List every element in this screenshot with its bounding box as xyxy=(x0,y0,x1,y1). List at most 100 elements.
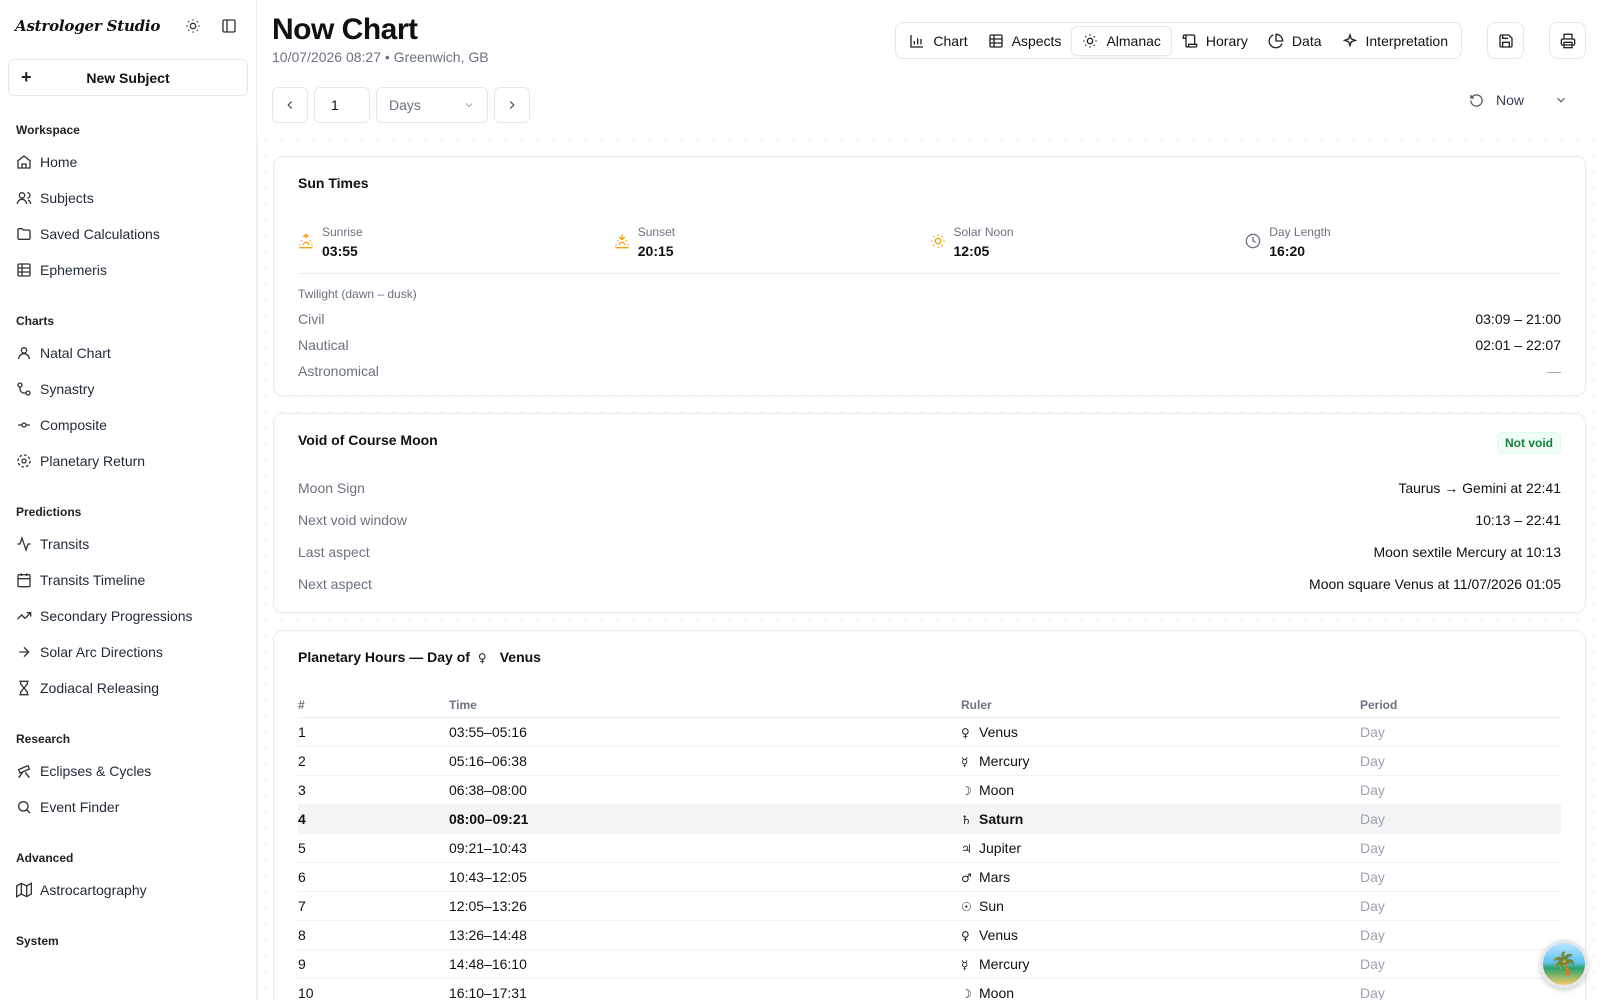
table-row[interactable]: 3 06:38–08:00 ☽ Moon Day xyxy=(298,775,1561,805)
clock-icon xyxy=(1245,233,1261,249)
previous-button[interactable] xyxy=(272,87,308,123)
step-input[interactable]: 1 xyxy=(314,87,370,123)
astronomical-row: Astronomical — xyxy=(298,363,1561,379)
sidebar-item-home[interactable]: Home xyxy=(8,144,248,180)
venus-glyph-icon: ♀ xyxy=(961,725,970,740)
sidebar-section-label: Predictions xyxy=(16,505,82,519)
rotate-ccw-icon xyxy=(1469,93,1484,108)
table-row[interactable]: 2 05:16–06:38 ☿ Mercury Day xyxy=(298,746,1561,776)
tab-almanac[interactable]: Almanac xyxy=(1071,25,1172,56)
moon-glyph-icon: ☽ xyxy=(961,783,972,798)
planetary-hours-card: Planetary Hours — Day of ♀ Venus # Time Ru… xyxy=(273,630,1586,1000)
sidebar-item-synastry[interactable]: Synastry xyxy=(8,371,248,407)
save-button[interactable] xyxy=(1487,22,1524,59)
nautical-row: Nautical 02:01 – 22:07 xyxy=(298,337,1561,353)
plus-icon: + xyxy=(21,67,32,87)
sparkles-icon xyxy=(1342,32,1358,49)
chevron-left-icon xyxy=(287,101,293,109)
table-row[interactable]: 4 08:00–09:21 ♄ Saturn Day xyxy=(298,804,1561,834)
sidebar-item-event-finder[interactable]: Event Finder xyxy=(8,789,248,825)
scroll-icon xyxy=(1182,33,1198,49)
sunrise-icon xyxy=(298,233,314,249)
tab-data[interactable]: Data xyxy=(1258,26,1332,56)
table-row[interactable]: 7 12:05–13:26 ☉ Sun Day xyxy=(298,891,1561,921)
divider xyxy=(298,273,1561,274)
mars-glyph-icon: ♂ xyxy=(961,870,972,885)
sidebar-item-composite[interactable]: Composite xyxy=(8,407,248,443)
chevron-down-icon xyxy=(465,103,473,108)
now-button[interactable]: Now xyxy=(1469,92,1568,108)
page-title: Now Chart xyxy=(272,13,418,46)
tab-horary[interactable]: Horary xyxy=(1172,26,1258,56)
void-moon-row: Last aspect Moon sextile Mercury at 10:13 xyxy=(298,544,1561,560)
column-header[interactable]: Period xyxy=(1360,693,1561,718)
table-row[interactable]: 6 10:43–12:05 ♂ Mars Day xyxy=(298,862,1561,892)
sidebar-item-natal-chart[interactable]: Natal Chart xyxy=(8,335,248,371)
hourglass-icon xyxy=(16,680,32,696)
sidebar-item-zodiacal-releasing[interactable]: Zodiacal Releasing xyxy=(8,670,248,706)
palm-tree-icon: 🌴 xyxy=(1550,951,1578,976)
next-button[interactable] xyxy=(494,87,530,123)
save-icon xyxy=(1498,33,1513,48)
link-icon xyxy=(16,381,32,397)
sidebar-section-label: Advanced xyxy=(16,851,74,865)
bar-chart-icon xyxy=(909,33,925,49)
table-row[interactable]: 1 03:55–05:16 ♀ Venus Day xyxy=(298,717,1561,747)
mercury-glyph-icon: ☿ xyxy=(961,957,969,972)
sidebar-item-solar-arc-directions[interactable]: Solar Arc Directions xyxy=(8,634,248,670)
column-header[interactable]: Time xyxy=(449,693,961,718)
mercury-glyph-icon: ☿ xyxy=(961,754,969,769)
commit-icon xyxy=(16,417,32,433)
sidebar-section-label: Research xyxy=(16,732,71,746)
sidebar-item-astrocartography[interactable]: Astrocartography xyxy=(8,872,248,908)
solar-noon-stat: Solar Noon 12:05 xyxy=(930,225,1246,261)
table-row[interactable]: 5 09:21–10:43 ♃ Jupiter Day xyxy=(298,833,1561,863)
table-row[interactable]: 8 13:26–14:48 ♀ Venus Day xyxy=(298,920,1561,950)
sidebar-toggle-button[interactable] xyxy=(213,10,245,42)
pie-chart-icon xyxy=(1268,33,1284,49)
sidebar-item-saved-calculations[interactable]: Saved Calculations xyxy=(8,216,248,252)
theme-toggle-button[interactable] xyxy=(177,10,209,42)
sidebar-item-transits[interactable]: Transits xyxy=(8,526,248,562)
day-length-stat: Day Length 16:20 xyxy=(1245,225,1561,261)
almanac-content: Sun Times Sunrise 03:55 Sunset 20:15 Solar… xyxy=(257,132,1600,1000)
chevron-down-icon[interactable] xyxy=(1554,93,1568,107)
sidebar-item-ephemeris[interactable]: Ephemeris xyxy=(8,252,248,288)
sun-icon xyxy=(186,19,200,33)
card-title: Planetary Hours — Day of ♀ Venus xyxy=(298,649,541,665)
chevron-right-icon xyxy=(509,101,515,109)
sun-glyph-icon: ☉ xyxy=(961,899,972,914)
activity-icon xyxy=(16,536,32,552)
sidebar-item-eclipses-cycles[interactable]: Eclipses & Cycles xyxy=(8,753,248,789)
table-row[interactable]: 9 14:48–16:10 ☿ Mercury Day xyxy=(298,949,1561,979)
tab-chart[interactable]: Chart xyxy=(899,26,977,56)
page-subtitle: 10/07/2026 08:27 • Greenwich, GB xyxy=(272,49,489,65)
jupiter-glyph-icon: ♃ xyxy=(961,841,972,856)
user-icon xyxy=(16,345,32,361)
sidebar: Astrologer Studio + New Subject Workspac… xyxy=(0,0,257,1000)
venus-glyph-icon: ♀ xyxy=(477,651,487,665)
unit-select[interactable]: Days xyxy=(376,87,488,123)
column-header[interactable]: # xyxy=(298,693,449,718)
saturn-glyph-icon: ♄ xyxy=(961,812,972,827)
sidebar-section-label: System xyxy=(16,934,59,948)
sidebar-item-transits-timeline[interactable]: Transits Timeline xyxy=(8,562,248,598)
users-icon xyxy=(16,190,32,206)
planetary-hours-table: # Time Ruler Period 1 03:55–05:16 ♀ Venus Day 2 0… xyxy=(298,693,1561,1000)
sidebar-item-secondary-progressions[interactable]: Secondary Progressions xyxy=(8,598,248,634)
tab-aspects[interactable]: Aspects xyxy=(978,26,1072,56)
column-header[interactable]: Ruler xyxy=(961,693,1360,718)
tab-interpretation[interactable]: Interpretation xyxy=(1332,26,1459,56)
sun-icon xyxy=(1082,33,1098,49)
sunset-icon xyxy=(614,233,630,249)
new-subject-button[interactable]: + New Subject xyxy=(8,59,248,96)
civil-row: Civil 03:09 – 21:00 xyxy=(298,311,1561,327)
sun-times-card: Sun Times Sunrise 03:55 Sunset 20:15 Solar… xyxy=(273,156,1586,396)
sunset-stat: Sunset 20:15 xyxy=(614,225,930,261)
sidebar-item-subjects[interactable]: Subjects xyxy=(8,180,248,216)
venus-glyph-icon: ♀ xyxy=(961,928,970,943)
print-button[interactable] xyxy=(1549,22,1586,59)
assistant-avatar-button[interactable]: 🌴 xyxy=(1540,940,1588,988)
sidebar-item-planetary-return[interactable]: Planetary Return xyxy=(8,443,248,479)
table-row[interactable]: 10 16:10–17:31 ☽ Moon Day xyxy=(298,978,1561,1000)
